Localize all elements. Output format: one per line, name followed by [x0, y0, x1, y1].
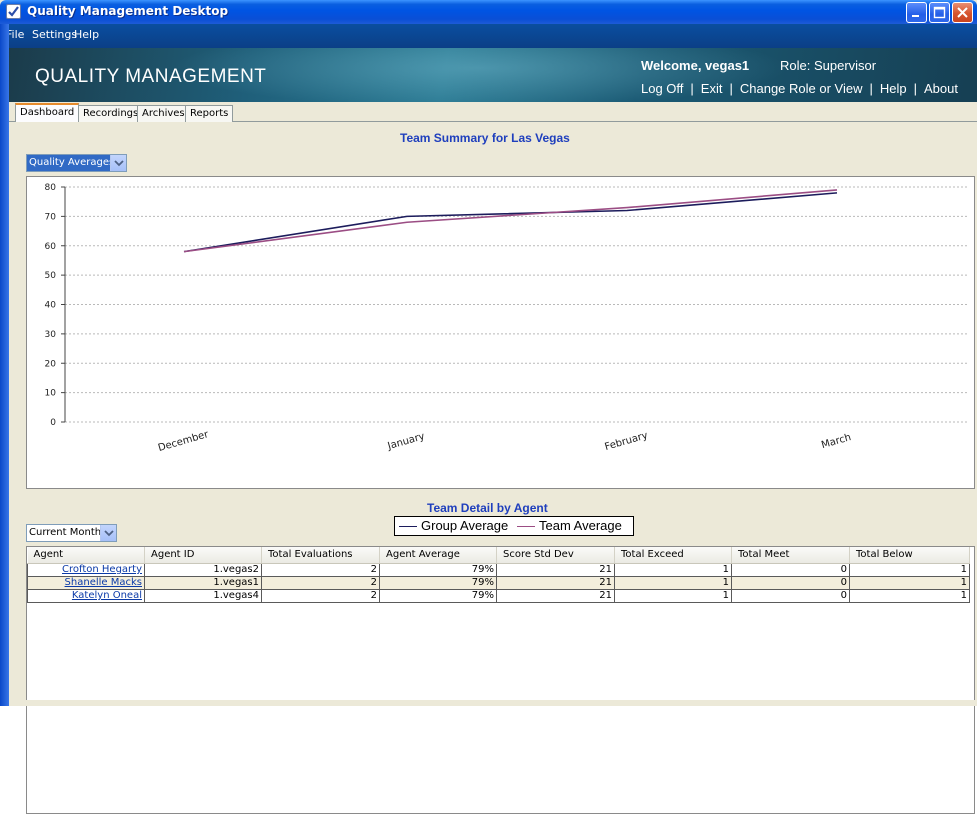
line-chart-svg: 0 10 20 30 40 50 60 70 80 December January February… — [45, 183, 967, 454]
close-button[interactable] — [952, 2, 973, 23]
column-header-agent-id[interactable]: Agent ID — [144, 547, 262, 564]
column-header-agent[interactable]: Agent — [27, 547, 145, 564]
agent-average-cell: 79% — [379, 575, 497, 590]
agent-id-cell: 1.vegas1 — [144, 575, 262, 590]
exit-link[interactable]: Exit — [701, 81, 723, 96]
team-detail-title: Team Detail by Agent — [427, 501, 548, 515]
application-window: Quality Management Desktop File Settings… — [0, 0, 977, 814]
score-std-dev-cell: 21 — [496, 562, 615, 577]
agent-average-cell: 79% — [379, 588, 497, 603]
agent-average-cell: 79% — [379, 562, 497, 577]
total-below-cell: 1 — [849, 562, 970, 577]
menu-bar: File Settings Help — [0, 24, 977, 48]
total-exceed-cell: 1 — [614, 562, 732, 577]
score-std-dev-cell: 21 — [496, 575, 615, 590]
column-header-total-below[interactable]: Total Below — [849, 547, 970, 564]
title-bar[interactable]: Quality Management Desktop — [0, 0, 977, 24]
score-std-dev-cell: 21 — [496, 588, 615, 603]
y-tick-label: 0 — [50, 418, 56, 428]
window-frame-left — [0, 24, 9, 706]
role-text: Role: Supervisor — [780, 58, 877, 73]
dashboard-panel: Team Summary for Las Vegas Quality Avera… — [9, 122, 977, 814]
agent-link[interactable]: Crofton Hegarty — [62, 564, 142, 575]
agent-name-cell: Crofton Hegarty — [27, 562, 145, 577]
agent-link[interactable]: Shanelle Macks — [65, 577, 142, 588]
tab-strip: Dashboard Recordings Archives Reports — [9, 102, 977, 123]
y-tick-label: 10 — [45, 389, 57, 399]
team-summary-chart: 0 10 20 30 40 50 60 70 80 December January February… — [26, 176, 975, 536]
total-evaluations-cell: 2 — [261, 562, 380, 577]
status-strip — [9, 700, 977, 706]
period-value: Current Month — [29, 527, 102, 538]
menu-settings[interactable]: Settings — [32, 28, 77, 41]
x-tick-label: December — [157, 429, 211, 454]
minimize-button[interactable] — [906, 2, 927, 23]
column-header-score-std-dev[interactable]: Score Std Dev — [496, 547, 615, 564]
log-off-link[interactable]: Log Off — [641, 81, 683, 96]
help-link[interactable]: Help — [880, 81, 907, 96]
chevron-down-icon[interactable] — [110, 155, 126, 171]
legend-group-average: Group Average — [399, 518, 508, 533]
legend-swatch — [517, 526, 535, 528]
legend-swatch — [399, 526, 417, 528]
column-header-agent-average[interactable]: Agent Average — [379, 547, 497, 564]
chart-metric-value: Quality Averages — [29, 157, 115, 168]
x-tick-label: January — [386, 431, 427, 452]
agent-detail-table: Agent Agent ID Total Evaluations Agent A… — [26, 546, 975, 814]
total-meet-cell: 0 — [731, 588, 850, 603]
y-tick-label: 60 — [45, 242, 57, 252]
group-average-line — [183, 192, 838, 253]
agent-id-cell: 1.vegas2 — [144, 562, 262, 577]
period-dropdown[interactable]: Current Month — [26, 524, 117, 542]
tab-recordings[interactable]: Recordings — [78, 105, 144, 122]
agent-name-cell: Katelyn Oneal — [27, 588, 145, 603]
tab-archives[interactable]: Archives — [137, 105, 190, 122]
total-below-cell: 1 — [849, 575, 970, 590]
column-header-total-meet[interactable]: Total Meet — [731, 547, 850, 564]
menu-help[interactable]: Help — [74, 28, 99, 41]
column-header-total-evaluations[interactable]: Total Evaluations — [261, 547, 380, 564]
team-summary-title: Team Summary for Las Vegas — [400, 131, 570, 145]
change-role-link[interactable]: Change Role or View — [740, 81, 863, 96]
agent-name-cell: Shanelle Macks — [27, 575, 145, 590]
window-title: Quality Management Desktop — [27, 4, 229, 18]
y-tick-label: 50 — [45, 271, 57, 281]
header-links: Log Off | Exit | Change Role or View | Help | Ab… — [641, 81, 958, 96]
y-tick-label: 80 — [45, 183, 57, 193]
total-exceed-cell: 1 — [614, 588, 732, 603]
y-tick-label: 20 — [45, 359, 57, 369]
chart-metric-dropdown[interactable]: Quality Averages — [26, 154, 127, 172]
x-tick-label: March — [820, 432, 852, 451]
y-tick-label: 30 — [45, 330, 57, 340]
table-row[interactable]: Shanelle Macks 1.vegas1 2 79% 21 1 0 1 — [27, 575, 970, 590]
total-meet-cell: 0 — [731, 575, 850, 590]
team-average-line — [183, 189, 838, 253]
total-evaluations-cell: 2 — [261, 588, 380, 603]
y-tick-label: 70 — [45, 212, 57, 222]
column-header-total-exceed[interactable]: Total Exceed — [614, 547, 732, 564]
total-meet-cell: 0 — [731, 562, 850, 577]
total-evaluations-cell: 2 — [261, 575, 380, 590]
legend-team-average: Team Average — [517, 518, 622, 533]
about-link[interactable]: About — [924, 81, 958, 96]
x-tick-label: February — [603, 430, 649, 453]
total-below-cell: 1 — [849, 588, 970, 603]
welcome-text: Welcome, vegas1 — [641, 58, 750, 73]
agent-link[interactable]: Katelyn Oneal — [72, 590, 142, 601]
chart-legend: Group Average Team Average — [394, 516, 634, 536]
table-row[interactable]: Katelyn Oneal 1.vegas4 2 79% 21 1 0 1 — [27, 588, 970, 603]
total-exceed-cell: 1 — [614, 575, 732, 590]
tab-reports[interactable]: Reports — [185, 105, 234, 122]
table-header-row: Agent Agent ID Total Evaluations Agent A… — [27, 547, 970, 564]
table-row[interactable]: Crofton Hegarty 1.vegas2 2 79% 21 1 0 1 — [27, 562, 970, 577]
chevron-down-icon[interactable] — [100, 525, 116, 541]
tab-dashboard[interactable]: Dashboard — [15, 103, 80, 123]
app-checkmark-icon — [6, 4, 21, 19]
y-tick-label: 40 — [45, 301, 57, 311]
agent-id-cell: 1.vegas4 — [144, 588, 262, 603]
header-banner: QUALITY MANAGEMENT Welcome, vegas1 Role:… — [9, 48, 977, 102]
maximize-button[interactable] — [929, 2, 950, 23]
brand-title: QUALITY MANAGEMENT — [35, 66, 267, 87]
